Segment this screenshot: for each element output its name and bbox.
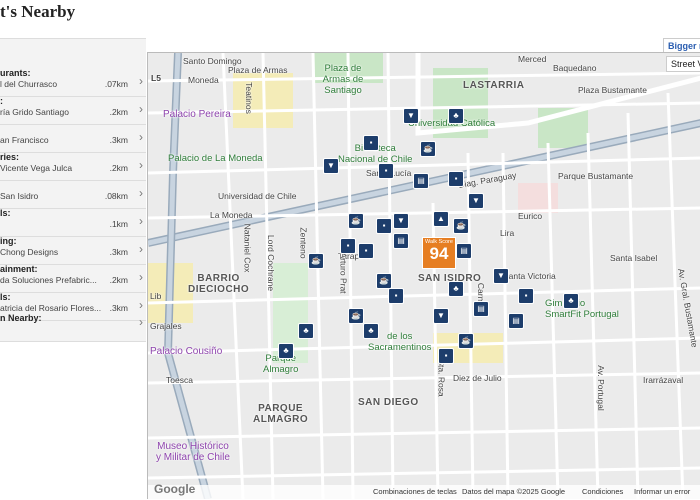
poi-cafe-icon[interactable]: ☕ bbox=[453, 218, 469, 234]
poi-restaurant-icon[interactable]: ▼ bbox=[433, 308, 449, 324]
poi-cafe-icon[interactable]: ☕ bbox=[348, 308, 364, 324]
poi-cafe-icon[interactable]: ☕ bbox=[308, 253, 324, 269]
poi-restaurant-icon[interactable]: ▼ bbox=[493, 268, 509, 284]
chevron-right-icon: › bbox=[139, 186, 143, 200]
chevron-right-icon: › bbox=[139, 158, 143, 172]
poi-cafe-icon[interactable]: ☕ bbox=[458, 333, 474, 349]
poi-restaurant-icon[interactable]: ▼ bbox=[393, 213, 409, 229]
category-shopping[interactable]: ing: Chong Designs .3km › bbox=[0, 236, 146, 265]
poi-shop-icon[interactable]: ▪ bbox=[448, 171, 464, 187]
street-view-button[interactable]: Street V bbox=[666, 56, 700, 72]
category-schools[interactable]: ls: .1km › bbox=[0, 208, 146, 237]
poi-restaurant-icon[interactable]: ▼ bbox=[323, 158, 339, 174]
google-logo: Google bbox=[154, 482, 196, 496]
category-restaurants[interactable]: urants: l del Churrasco .07km › bbox=[0, 68, 146, 97]
map-view[interactable]: Santo Domingo Merced Baquedano Plaza de … bbox=[147, 52, 700, 499]
poi-grocery-icon[interactable]: ▤ bbox=[456, 243, 472, 259]
poi-shop-icon[interactable]: ▪ bbox=[518, 288, 534, 304]
poi-park-icon[interactable]: ♣ bbox=[563, 293, 579, 309]
chevron-right-icon: › bbox=[139, 242, 143, 256]
category-entertainment[interactable]: ainment: da Soluciones Prefabric... .2km… bbox=[0, 264, 146, 293]
poi-park-icon[interactable]: ♣ bbox=[278, 343, 294, 359]
poi-cafe-icon[interactable]: ☕ bbox=[348, 213, 364, 229]
chevron-right-icon: › bbox=[139, 315, 143, 329]
poi-grocery-icon[interactable]: ▤ bbox=[473, 301, 489, 317]
nearby-sidebar: urants: l del Churrasco .07km › : ría Gr… bbox=[0, 38, 146, 342]
poi-park-icon[interactable]: ♣ bbox=[448, 108, 464, 124]
walk-score-badge[interactable]: Walk Score 94 bbox=[422, 237, 456, 269]
poi-shop-icon[interactable]: ▪ bbox=[340, 238, 356, 254]
poi-park-icon[interactable]: ♣ bbox=[448, 281, 464, 297]
chevron-right-icon: › bbox=[139, 298, 143, 312]
map-data-text: Datos del mapa ©2025 Google bbox=[462, 487, 566, 496]
poi-grocery-icon[interactable]: ▤ bbox=[393, 233, 409, 249]
category-groceries[interactable]: ries: Vicente Vega Julca .2km › bbox=[0, 152, 146, 181]
poi-shop-icon[interactable]: ▪ bbox=[358, 243, 374, 259]
report-error-link[interactable]: Informar un error bbox=[634, 487, 690, 496]
map-footer: Combinaciones de teclas Datos del mapa ©… bbox=[148, 485, 700, 499]
poi-cafe-icon[interactable]: ☕ bbox=[376, 273, 392, 289]
poi-park-icon[interactable]: ♣ bbox=[363, 323, 379, 339]
category-parks[interactable]: San Isidro .08km › bbox=[0, 180, 146, 209]
poi-restaurant-icon[interactable]: ▼ bbox=[468, 193, 484, 209]
terms-link[interactable]: Condiciones bbox=[582, 487, 623, 496]
poi-shop-icon[interactable]: ▪ bbox=[376, 218, 392, 234]
chevron-right-icon: › bbox=[139, 270, 143, 284]
category-coffee[interactable]: an Francisco .3km › bbox=[0, 124, 146, 153]
poi-grocery-icon[interactable]: ▤ bbox=[413, 173, 429, 189]
poi-grocery-icon[interactable]: ▤ bbox=[508, 313, 524, 329]
category-nearby[interactable]: n Nearby: › bbox=[0, 313, 146, 343]
poi-shop-icon[interactable]: ▪ bbox=[388, 288, 404, 304]
chevron-right-icon: › bbox=[139, 74, 143, 88]
chevron-right-icon: › bbox=[139, 102, 143, 116]
poi-shop-icon[interactable]: ▪ bbox=[438, 348, 454, 364]
poi-restaurant-icon[interactable]: ▼ bbox=[403, 108, 419, 124]
poi-shop-icon[interactable]: ▪ bbox=[378, 163, 394, 179]
chevron-right-icon: › bbox=[139, 214, 143, 228]
chevron-right-icon: › bbox=[139, 130, 143, 144]
poi-park-icon[interactable]: ♣ bbox=[298, 323, 314, 339]
poi-cafe-icon[interactable]: ☕ bbox=[420, 141, 436, 157]
category-bars[interactable]: : ría Grido Santiago .2km › bbox=[0, 96, 146, 125]
page-title: t's Nearby bbox=[0, 2, 76, 21]
poi-school-icon[interactable]: ▲ bbox=[433, 211, 449, 227]
shortcuts-link[interactable]: Combinaciones de teclas bbox=[373, 487, 457, 496]
poi-shop-icon[interactable]: ▪ bbox=[363, 135, 379, 151]
